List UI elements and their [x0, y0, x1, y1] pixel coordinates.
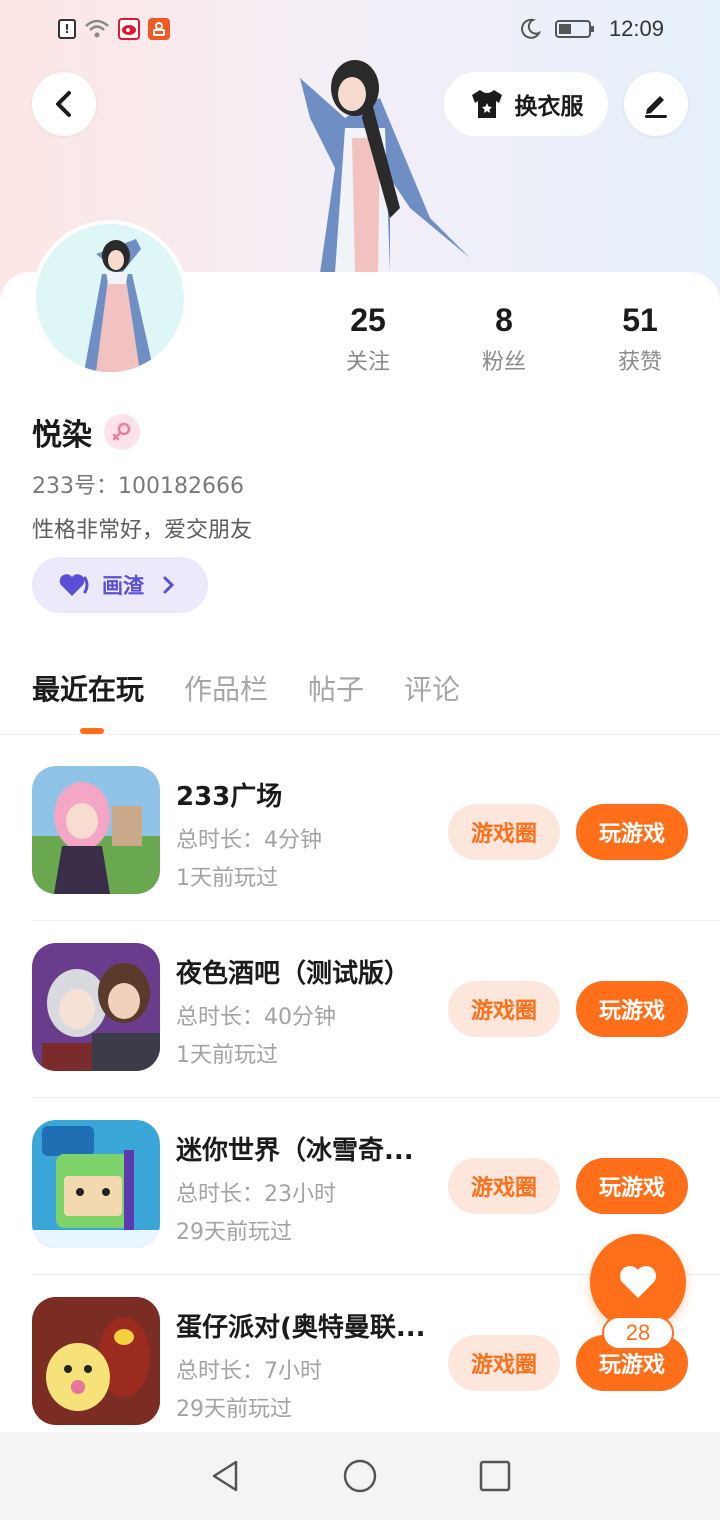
chevron-right-icon [163, 576, 175, 594]
game-duration: 总时长：23小时 [176, 1182, 336, 1207]
game-last-played: 1天前玩过 [176, 1043, 278, 1068]
user-id: 233号：100182666 [32, 474, 244, 499]
tabs-divider [0, 734, 720, 735]
stat-followers-label: 粉丝 [481, 350, 526, 375]
nav-home-icon[interactable] [342, 1458, 378, 1494]
list-item[interactable]: 迷你世界（冰雪奇... 总时长：23小时 29天前玩过 游戏圈 玩游戏 [0, 1090, 720, 1275]
moon-icon [521, 18, 541, 39]
clock-time: 12:09 [608, 16, 664, 41]
game-last-played: 29天前玩过 [176, 1220, 292, 1245]
game-title: 夜色酒吧（测试版） [176, 959, 411, 989]
weibo-icon [118, 18, 140, 40]
pencil-icon [645, 96, 667, 118]
profile-tabs: 最近在玩 作品栏 帖子 评论 [32, 668, 460, 708]
tag-label: 画渣 [102, 574, 144, 598]
user-bio: 性格非常好，爱交朋友 [32, 518, 253, 543]
game-circle-button[interactable]: 游戏圈 [448, 981, 560, 1037]
like-count: 28 [602, 1316, 674, 1350]
play-game-button[interactable]: 玩游戏 [576, 981, 688, 1037]
stat-following-count: 25 [350, 302, 386, 338]
heart-icon [620, 1266, 656, 1298]
battery-icon [554, 20, 594, 38]
stat-following-label: 关注 [345, 350, 390, 375]
change-outfit-button[interactable]: 换衣服 [444, 72, 608, 136]
play-game-button[interactable]: 玩游戏 [576, 804, 688, 860]
back-button[interactable] [32, 72, 96, 136]
game-icon-night-bar [32, 943, 160, 1071]
game-last-played: 1天前玩过 [176, 866, 278, 891]
game-icon-mini-world [32, 1120, 160, 1248]
system-nav-bar [0, 1432, 720, 1520]
nav-recents-icon[interactable] [478, 1459, 512, 1493]
stat-likes-label: 获赞 [617, 350, 662, 375]
female-icon [112, 422, 131, 441]
tab-recent-play[interactable]: 最近在玩 [32, 668, 144, 708]
chevron-left-icon [56, 91, 71, 117]
shirt-icon [471, 90, 502, 118]
nav-back-icon[interactable] [208, 1458, 242, 1494]
game-icon-eggy-party [32, 1297, 160, 1425]
stat-followers-count: 8 [495, 302, 513, 338]
game-duration: 总时长：4分钟 [176, 828, 322, 853]
game-last-played: 29天前玩过 [176, 1397, 292, 1422]
edit-profile-button[interactable] [624, 72, 688, 136]
gender-badge [104, 414, 140, 450]
game-circle-button[interactable]: 游戏圈 [448, 1335, 560, 1391]
play-game-button[interactable]: 玩游戏 [576, 1158, 688, 1214]
change-outfit-label: 换衣服 [514, 94, 584, 120]
tab-works[interactable]: 作品栏 [184, 668, 268, 708]
heart-tag-icon [59, 574, 89, 596]
game-circle-button[interactable]: 游戏圈 [448, 804, 560, 860]
profile-stats: 25 关注 8 粉丝 51 获赞 [300, 300, 720, 376]
username-row: 悦染 [32, 410, 140, 454]
game-title: 233广场 [176, 782, 283, 812]
avatar[interactable] [32, 220, 188, 376]
stat-likes[interactable]: 51 获赞 [572, 300, 708, 376]
app-icon [148, 18, 170, 40]
stat-following[interactable]: 25 关注 [300, 300, 436, 376]
avatar-figure [84, 239, 154, 372]
wifi-icon [85, 19, 109, 38]
game-icon-233-plaza [32, 766, 160, 894]
username: 悦染 [32, 418, 92, 453]
status-bar: ! 12:09 [0, 0, 720, 60]
game-duration: 总时长：40分钟 [176, 1005, 336, 1030]
game-duration: 总时长：7小时 [176, 1359, 322, 1384]
stat-likes-count: 51 [622, 302, 658, 338]
game-circle-button[interactable]: 游戏圈 [448, 1158, 560, 1214]
stat-followers[interactable]: 8 粉丝 [436, 300, 572, 376]
tab-posts[interactable]: 帖子 [308, 668, 364, 708]
list-item[interactable]: 233广场 总时长：4分钟 1天前玩过 游戏圈 玩游戏 [0, 736, 720, 921]
tab-comments[interactable]: 评论 [404, 668, 460, 708]
game-title: 蛋仔派对(奥特曼联... [176, 1313, 426, 1343]
list-item[interactable]: 夜色酒吧（测试版） 总时长：40分钟 1天前玩过 游戏圈 玩游戏 [0, 913, 720, 1098]
tag-badge[interactable]: 画渣 [32, 557, 208, 613]
alert-icon: ! [58, 19, 76, 39]
game-title: 迷你世界（冰雪奇... [176, 1136, 414, 1166]
